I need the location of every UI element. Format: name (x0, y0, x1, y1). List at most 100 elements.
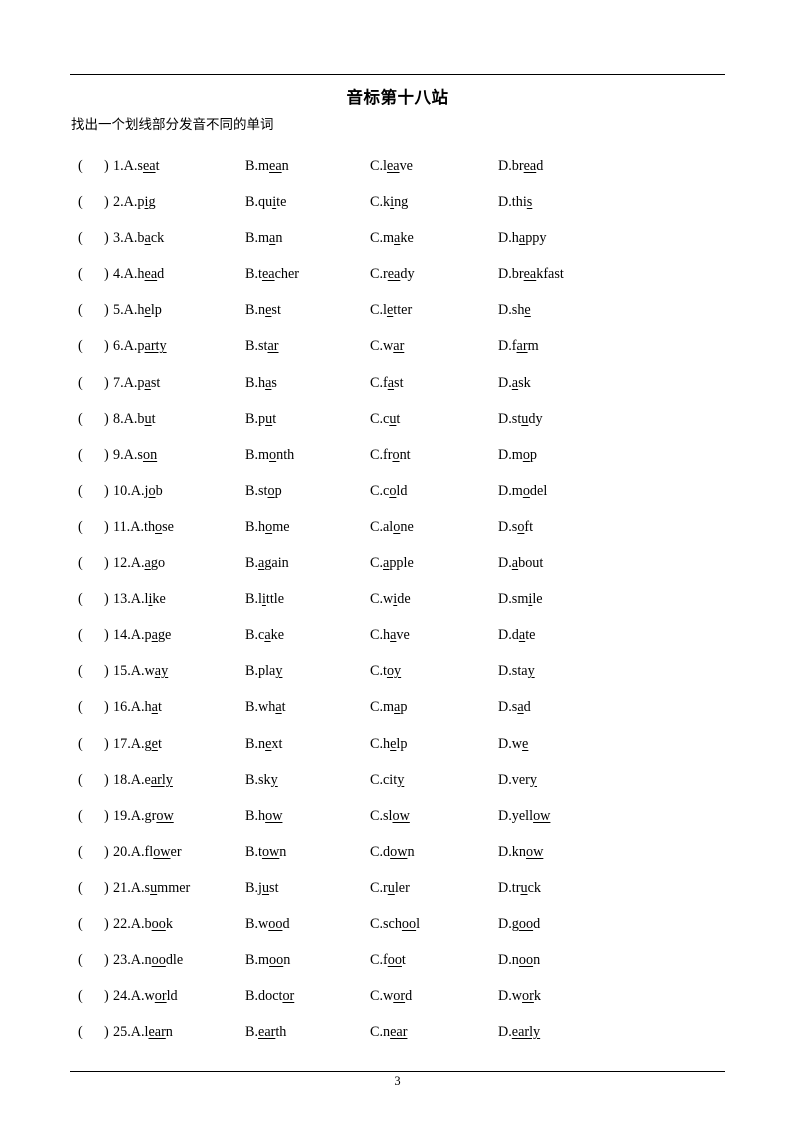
option-a-q15[interactable]: 15.A.way (113, 663, 168, 680)
option-d-q1[interactable]: D.bread (498, 158, 543, 175)
option-c-q17[interactable]: C.help (370, 736, 407, 753)
option-b-q16[interactable]: B.what (245, 699, 286, 716)
option-c-q22[interactable]: C.school (370, 916, 420, 933)
option-a-q25[interactable]: 25.A.learn (113, 1024, 173, 1041)
option-b-q11[interactable]: B.home (245, 519, 290, 536)
option-a-q18[interactable]: 18.A.early (113, 772, 173, 789)
option-d-q5[interactable]: D.she (498, 302, 531, 319)
option-c-q1[interactable]: C.leave (370, 158, 413, 175)
option-c-q24[interactable]: C.word (370, 988, 412, 1005)
answer-blank-close-paren[interactable]: ) (104, 230, 109, 247)
option-a-q13[interactable]: 13.A.like (113, 591, 166, 608)
answer-blank-close-paren[interactable]: ) (104, 916, 109, 933)
option-c-q11[interactable]: C.alone (370, 519, 414, 536)
answer-blank-close-paren[interactable]: ) (104, 988, 109, 1005)
option-a-q14[interactable]: 14.A.page (113, 627, 171, 644)
option-d-q6[interactable]: D.farm (498, 338, 539, 355)
option-c-q5[interactable]: C.letter (370, 302, 412, 319)
option-c-q19[interactable]: C.slow (370, 808, 410, 825)
option-a-q12[interactable]: 12.A.ago (113, 555, 165, 572)
option-a-q3[interactable]: 3.A.back (113, 230, 164, 247)
option-a-q9[interactable]: 9.A.son (113, 447, 157, 464)
option-c-q9[interactable]: C.front (370, 447, 411, 464)
option-c-q4[interactable]: C.ready (370, 266, 415, 283)
option-d-q20[interactable]: D.know (498, 844, 543, 861)
option-b-q1[interactable]: B.mean (245, 158, 289, 175)
option-a-q10[interactable]: 10.A.job (113, 483, 163, 500)
answer-blank-close-paren[interactable]: ) (104, 375, 109, 392)
option-a-q24[interactable]: 24.A.world (113, 988, 178, 1005)
option-d-q18[interactable]: D.very (498, 772, 537, 789)
option-a-q1[interactable]: 1.A.seat (113, 158, 160, 175)
option-c-q7[interactable]: C.fast (370, 375, 404, 392)
answer-blank-close-paren[interactable]: ) (104, 194, 109, 211)
option-a-q5[interactable]: 5.A.help (113, 302, 162, 319)
option-b-q14[interactable]: B.cake (245, 627, 284, 644)
option-b-q22[interactable]: B.wood (245, 916, 290, 933)
option-c-q18[interactable]: C.city (370, 772, 404, 789)
option-d-q23[interactable]: D.noon (498, 952, 540, 969)
answer-blank-close-paren[interactable]: ) (104, 663, 109, 680)
option-a-q22[interactable]: 22.A.book (113, 916, 173, 933)
option-b-q25[interactable]: B.earth (245, 1024, 286, 1041)
option-a-q19[interactable]: 19.A.grow (113, 808, 174, 825)
option-c-q8[interactable]: C.cut (370, 411, 400, 428)
option-d-q25[interactable]: D.early (498, 1024, 540, 1041)
answer-blank-close-paren[interactable]: ) (104, 519, 109, 536)
option-d-q8[interactable]: D.study (498, 411, 543, 428)
option-c-q23[interactable]: C.foot (370, 952, 406, 969)
option-d-q7[interactable]: D.ask (498, 375, 531, 392)
option-d-q15[interactable]: D.stay (498, 663, 535, 680)
option-d-q14[interactable]: D.date (498, 627, 535, 644)
option-b-q10[interactable]: B.stop (245, 483, 282, 500)
option-b-q7[interactable]: B.has (245, 375, 277, 392)
option-c-q10[interactable]: C.cold (370, 483, 407, 500)
option-b-q3[interactable]: B.man (245, 230, 282, 247)
option-b-q6[interactable]: B.star (245, 338, 279, 355)
option-d-q3[interactable]: D.happy (498, 230, 546, 247)
option-b-q18[interactable]: B.sky (245, 772, 278, 789)
answer-blank-close-paren[interactable]: ) (104, 808, 109, 825)
option-d-q24[interactable]: D.work (498, 988, 541, 1005)
option-b-q9[interactable]: B.month (245, 447, 294, 464)
option-d-q21[interactable]: D.truck (498, 880, 541, 897)
answer-blank-close-paren[interactable]: ) (104, 447, 109, 464)
option-c-q25[interactable]: C.near (370, 1024, 407, 1041)
option-a-q7[interactable]: 7.A.past (113, 375, 160, 392)
answer-blank-close-paren[interactable]: ) (104, 266, 109, 283)
option-d-q10[interactable]: D.model (498, 483, 547, 500)
answer-blank-close-paren[interactable]: ) (104, 591, 109, 608)
answer-blank-close-paren[interactable]: ) (104, 880, 109, 897)
option-d-q11[interactable]: D.soft (498, 519, 533, 536)
option-c-q20[interactable]: C.down (370, 844, 415, 861)
option-a-q16[interactable]: 16.A.hat (113, 699, 162, 716)
option-b-q24[interactable]: B.doctor (245, 988, 294, 1005)
option-d-q17[interactable]: D.we (498, 736, 528, 753)
answer-blank-close-paren[interactable]: ) (104, 627, 109, 644)
option-b-q19[interactable]: B.how (245, 808, 282, 825)
option-b-q5[interactable]: B.nest (245, 302, 281, 319)
option-d-q2[interactable]: D.this (498, 194, 532, 211)
option-c-q2[interactable]: C.king (370, 194, 408, 211)
answer-blank-close-paren[interactable]: ) (104, 483, 109, 500)
option-a-q23[interactable]: 23.A.noodle (113, 952, 183, 969)
option-c-q15[interactable]: C.toy (370, 663, 401, 680)
answer-blank-close-paren[interactable]: ) (104, 555, 109, 572)
option-b-q12[interactable]: B.again (245, 555, 289, 572)
option-d-q22[interactable]: D.good (498, 916, 540, 933)
option-b-q2[interactable]: B.quite (245, 194, 286, 211)
answer-blank-close-paren[interactable]: ) (104, 1024, 109, 1041)
option-c-q14[interactable]: C.have (370, 627, 410, 644)
answer-blank-close-paren[interactable]: ) (104, 302, 109, 319)
option-a-q6[interactable]: 6.A.party (113, 338, 167, 355)
option-b-q23[interactable]: B.moon (245, 952, 290, 969)
option-a-q21[interactable]: 21.A.summer (113, 880, 190, 897)
option-b-q8[interactable]: B.put (245, 411, 276, 428)
answer-blank-close-paren[interactable]: ) (104, 158, 109, 175)
option-c-q12[interactable]: C.apple (370, 555, 414, 572)
option-d-q13[interactable]: D.smile (498, 591, 543, 608)
option-d-q9[interactable]: D.mop (498, 447, 537, 464)
option-d-q12[interactable]: D.about (498, 555, 543, 572)
option-a-q20[interactable]: 20.A.flower (113, 844, 182, 861)
option-a-q4[interactable]: 4.A.head (113, 266, 164, 283)
